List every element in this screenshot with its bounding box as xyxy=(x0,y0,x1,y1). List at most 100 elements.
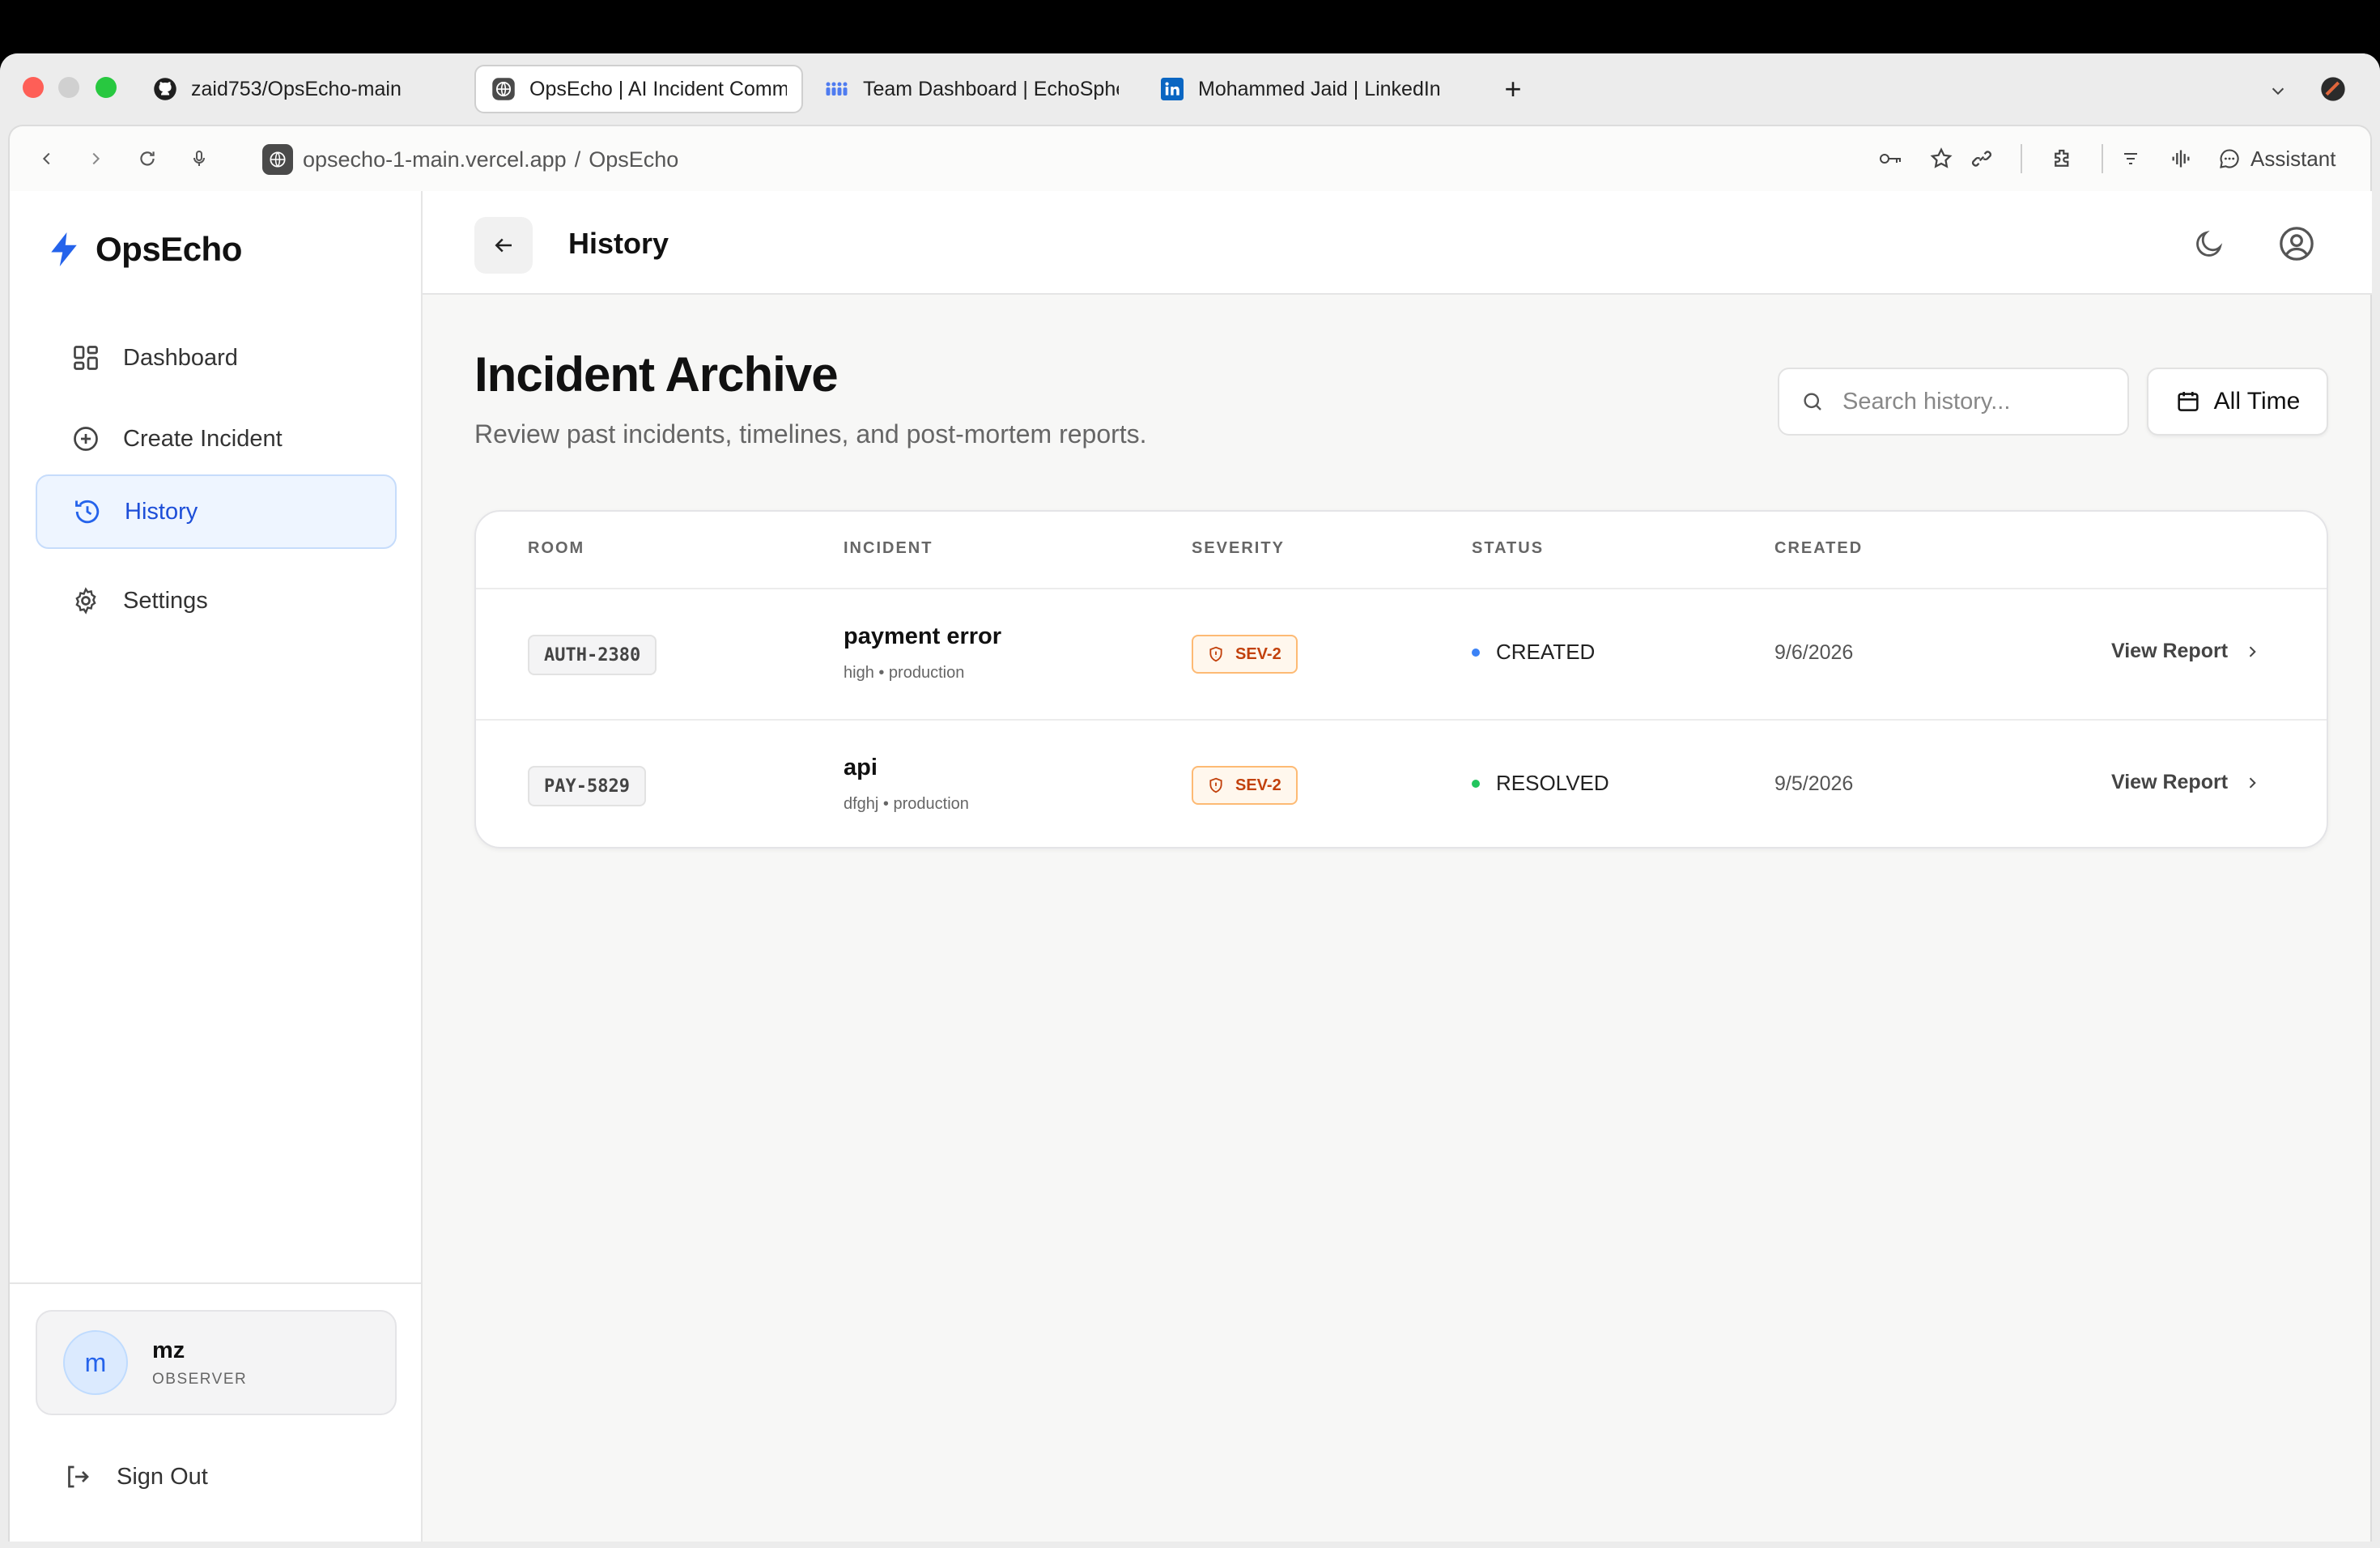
tab-team-dashboard[interactable]: Team Dashboard | EchoSphe xyxy=(810,65,1133,113)
incident-title: payment error xyxy=(844,623,1002,649)
severity-label: SEV-2 xyxy=(1235,644,1281,663)
url-host: opsecho-1-main.vercel.app xyxy=(303,147,567,172)
reload-icon[interactable] xyxy=(133,144,162,173)
user-name: mz xyxy=(152,1337,185,1363)
sidebar-item-create-incident[interactable]: Create Incident xyxy=(36,402,397,476)
status-label: CREATED xyxy=(1496,640,1596,664)
tab-github[interactable]: zaid753/OpsEcho-main xyxy=(138,65,461,113)
column-header-status: STATUS xyxy=(1472,539,1545,557)
arrow-left-icon xyxy=(495,238,512,253)
column-header-severity: SEVERITY xyxy=(1192,539,1285,557)
star-icon[interactable] xyxy=(1927,144,1956,173)
room-badge: PAY-5829 xyxy=(528,766,646,806)
time-filter-button[interactable]: All Time xyxy=(2147,368,2328,436)
view-report-link[interactable]: View Report xyxy=(2111,640,2260,663)
sidebar-item-settings[interactable]: Settings xyxy=(36,563,397,638)
created-date: 9/6/2026 xyxy=(1774,641,1854,664)
page-header: History xyxy=(423,191,2372,295)
url-page: OpsEcho xyxy=(589,147,679,172)
minimize-window-button[interactable] xyxy=(58,77,79,98)
history-icon xyxy=(71,495,104,528)
sidebar-item-dashboard[interactable]: Dashboard xyxy=(36,321,397,395)
sidebar-item-label: History xyxy=(125,498,198,525)
key-icon[interactable] xyxy=(1876,144,1906,173)
toolbar-divider xyxy=(2102,144,2103,173)
tab-label: OpsEcho | AI Incident Comm xyxy=(529,77,787,100)
plus-circle-icon xyxy=(70,423,102,455)
severity-badge: SEV-2 xyxy=(1192,766,1298,805)
sign-out-button[interactable]: Sign Out xyxy=(62,1461,208,1493)
back-icon[interactable] xyxy=(32,144,62,173)
view-report-link[interactable]: View Report xyxy=(2111,771,2260,794)
table-row[interactable]: PAY-5829 api dfghj • production SEV-2 RE… xyxy=(476,719,2327,847)
tab-label: zaid753/OpsEcho-main xyxy=(191,77,402,100)
audio-wave-icon[interactable] xyxy=(2166,144,2195,173)
status-label: RESOLVED xyxy=(1496,771,1609,795)
logout-icon xyxy=(62,1461,94,1493)
column-header-room: ROOM xyxy=(528,539,585,557)
view-report-label: View Report xyxy=(2111,640,2229,662)
profile-icon[interactable] xyxy=(2318,74,2348,104)
close-window-button[interactable] xyxy=(23,77,44,98)
time-filter-label: All Time xyxy=(2213,388,2301,415)
sidebar-divider xyxy=(10,1282,423,1284)
reading-list-icon[interactable] xyxy=(2116,144,2145,173)
user-profile-button[interactable] xyxy=(2276,223,2317,264)
dark-mode-toggle[interactable] xyxy=(2189,223,2229,264)
table-row[interactable]: AUTH-2380 payment error high • productio… xyxy=(476,589,2327,719)
header-title: History xyxy=(568,227,669,260)
new-tab-button[interactable]: + xyxy=(1494,65,1532,113)
tab-label: Team Dashboard | EchoSphe xyxy=(863,77,1119,100)
shield-icon xyxy=(1209,777,1222,793)
sidebar: OpsEcho Dashboard Create Incident Histor… xyxy=(10,191,423,1542)
shield-icon xyxy=(1209,646,1222,662)
toolbar-divider xyxy=(2021,144,2022,173)
linkedin-icon xyxy=(1159,76,1185,102)
maximize-window-button[interactable] xyxy=(96,77,117,98)
user-card[interactable]: m mz OBSERVER xyxy=(36,1310,397,1415)
brand-logo[interactable]: OpsEcho xyxy=(47,230,242,269)
globe-icon xyxy=(491,76,516,102)
room-badge: AUTH-2380 xyxy=(528,635,657,675)
incident-meta: high • production xyxy=(844,664,965,682)
status-dot xyxy=(1472,779,1480,788)
tab-opsecho[interactable]: OpsEcho | AI Incident Comm xyxy=(474,65,803,113)
calendar-icon xyxy=(2178,392,2199,411)
chevron-right-icon xyxy=(2249,776,2256,789)
incident-table: ROOM INCIDENT SEVERITY STATUS CREATED AU… xyxy=(474,510,2328,848)
back-button[interactable] xyxy=(474,217,533,274)
user-circle-icon xyxy=(2280,227,2314,261)
moon-icon xyxy=(2196,230,2223,257)
view-report-label: View Report xyxy=(2111,771,2229,793)
tab-linkedin[interactable]: Mohammed Jaid | LinkedIn xyxy=(1145,65,1468,113)
page-title: Incident Archive xyxy=(474,347,839,402)
gear-icon xyxy=(70,585,102,617)
avatar: m xyxy=(63,1330,128,1395)
chevron-down-icon[interactable] xyxy=(2263,76,2293,105)
search-box[interactable] xyxy=(1778,368,2129,436)
table-header: ROOM INCIDENT SEVERITY STATUS CREATED xyxy=(476,512,2327,589)
user-role: OBSERVER xyxy=(152,1370,248,1388)
chat-bubble-icon xyxy=(2220,149,2239,168)
status-badge: RESOLVED xyxy=(1472,771,1609,796)
incident-meta: dfghj • production xyxy=(844,795,969,813)
app-viewport: OpsEcho Dashboard Create Incident Histor… xyxy=(8,191,2372,1542)
column-header-incident: INCIDENT xyxy=(844,539,933,557)
incident-title: api xyxy=(844,755,878,780)
column-header-created: CREATED xyxy=(1774,539,1864,557)
url-field[interactable]: opsecho-1-main.vercel.app / OpsEcho xyxy=(262,141,678,178)
assistant-button[interactable]: Assistant xyxy=(2218,142,2336,175)
search-input[interactable] xyxy=(1842,388,2110,415)
site-info-icon[interactable] xyxy=(262,144,293,175)
tab-bar: zaid753/OpsEcho-main OpsEcho | AI Incide… xyxy=(0,53,2380,125)
microphone-icon[interactable] xyxy=(185,144,214,173)
status-badge: CREATED xyxy=(1472,640,1595,665)
tab-label: Mohammed Jaid | LinkedIn xyxy=(1198,77,1441,100)
sidebar-item-history[interactable]: History xyxy=(36,474,397,549)
url-separator: / xyxy=(574,147,581,172)
extensions-icon[interactable] xyxy=(2048,144,2077,173)
brand-name: OpsEcho xyxy=(96,230,242,268)
dashboard-icon xyxy=(70,342,102,374)
forward-icon[interactable] xyxy=(81,144,110,173)
link-icon[interactable] xyxy=(1967,144,1996,173)
